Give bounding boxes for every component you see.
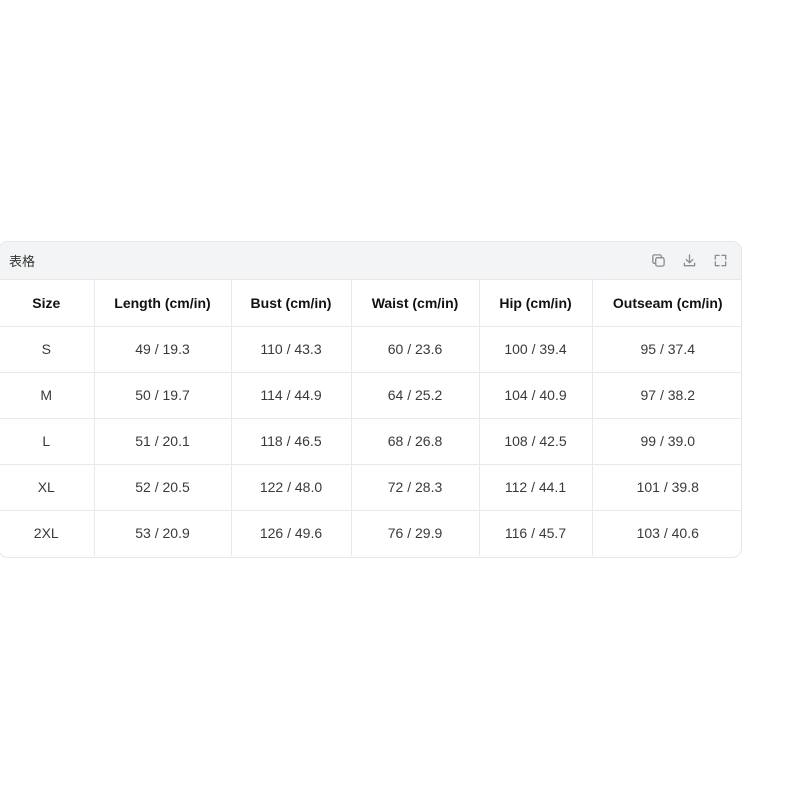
table-row: M 50 / 19.7 114 / 44.9 64 / 25.2 104 / 4… — [0, 372, 741, 419]
table-row: S 49 / 19.3 110 / 43.3 60 / 23.6 100 / 3… — [0, 326, 741, 373]
toolbar — [650, 252, 729, 269]
table-cell: 53 / 20.9 — [94, 510, 232, 556]
table-cell: 108 / 42.5 — [479, 418, 593, 465]
table-cell: L — [0, 418, 95, 465]
table-cell: S — [0, 326, 95, 373]
table-cell: 126 / 49.6 — [231, 510, 352, 556]
table-cell: XL — [0, 464, 95, 511]
column-header: Size — [0, 280, 95, 327]
card-title: 表格 — [9, 254, 36, 269]
table-cell: 72 / 28.3 — [351, 464, 480, 511]
table-row: L 51 / 20.1 118 / 46.5 68 / 26.8 108 / 4… — [0, 418, 741, 465]
table-cell: 101 / 39.8 — [592, 464, 741, 511]
table-cell: 104 / 40.9 — [479, 372, 593, 419]
table-cell: M — [0, 372, 95, 419]
download-icon — [683, 254, 696, 267]
table-cell: 103 / 40.6 — [636, 525, 699, 542]
expand-icon — [714, 254, 727, 267]
table-cell: 114 / 44.9 — [231, 372, 352, 419]
table-cell: 2XL — [0, 510, 95, 556]
table-cell: 112 / 44.1 — [479, 464, 593, 511]
table-cell: 95 / 37.4 — [592, 326, 741, 373]
table-cell: 97 / 38.2 — [592, 372, 741, 419]
column-header: Bust (cm/in) — [231, 280, 352, 327]
size-table: Size Length (cm/in) Bust (cm/in) Waist (… — [0, 280, 741, 556]
table-row: 2XL 53 / 20.9 126 / 49.6 76 / 29.9 116 /… — [0, 510, 741, 556]
table-row: XL 52 / 20.5 122 / 48.0 72 / 28.3 112 / … — [0, 464, 741, 511]
table-cell: 116 / 45.7 — [479, 510, 593, 556]
table-cell: 60 / 23.6 — [351, 326, 480, 373]
expand-button[interactable] — [712, 252, 729, 269]
table-cell: 100 / 39.4 — [479, 326, 593, 373]
table-card: 表格 Size Length (cm/in) Bust (cm/in) Wais… — [0, 241, 742, 558]
table-cell: 49 / 19.3 — [94, 326, 232, 373]
table-cell: 118 / 46.5 — [231, 418, 352, 465]
table-cell: 110 / 43.3 — [231, 326, 352, 373]
table-cell: 50 / 19.7 — [94, 372, 232, 419]
column-header: Waist (cm/in) — [351, 280, 480, 327]
column-header: Hip (cm/in) — [479, 280, 593, 327]
table-cell: 52 / 20.5 — [94, 464, 232, 511]
copy-button[interactable] — [650, 252, 667, 269]
table-cell: 64 / 25.2 — [351, 372, 480, 419]
table-header-row: Size Length (cm/in) Bust (cm/in) Waist (… — [0, 280, 741, 327]
copy-icon — [652, 254, 665, 267]
table-cell: 68 / 26.8 — [351, 418, 480, 465]
card-header: 表格 — [0, 242, 741, 280]
table-cell: 99 / 39.0 — [592, 418, 741, 465]
column-header: Outseam (cm/in) — [592, 280, 741, 327]
table-cell: 76 / 29.9 — [351, 510, 480, 556]
table-cell: 122 / 48.0 — [231, 464, 352, 511]
column-header: Length (cm/in) — [94, 280, 232, 327]
download-button[interactable] — [681, 252, 698, 269]
table-cell: 51 / 20.1 — [94, 418, 232, 465]
